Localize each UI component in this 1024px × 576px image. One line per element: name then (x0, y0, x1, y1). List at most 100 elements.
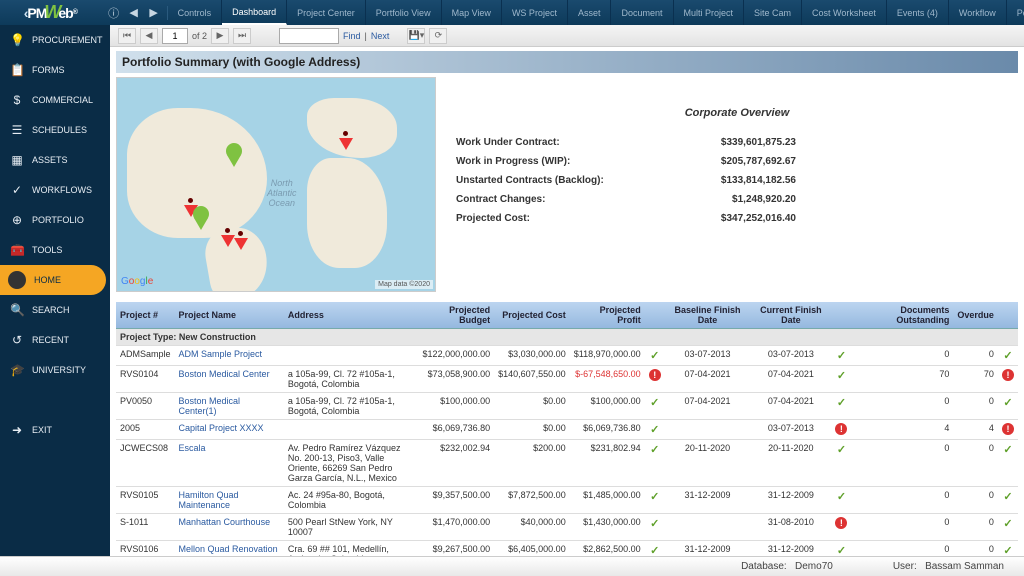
overview-label: Unstarted Contracts (Backlog): (456, 175, 656, 186)
column-header[interactable]: Projected Cost (494, 302, 570, 329)
sidebar-item-procurement[interactable]: 💡PROCUREMENT (0, 25, 110, 55)
column-header[interactable]: Overdue (953, 302, 998, 329)
alert-icon: ! (835, 517, 847, 529)
sidebar-item-label: ASSETS (32, 155, 68, 165)
cell-baseline-finish: 03-07-2013 (665, 346, 751, 366)
column-header[interactable] (998, 302, 1018, 329)
sidebar-icon: $ (10, 93, 24, 107)
column-header[interactable] (645, 302, 665, 329)
sidebar-item-recent[interactable]: ↺RECENT (0, 325, 110, 355)
cell-project-num: S-1011 (116, 514, 175, 541)
tab-dashboard[interactable]: Dashboard (222, 0, 287, 25)
project-link[interactable]: Boston Medical Center (179, 369, 270, 379)
cell-project-num: 2005 (116, 420, 175, 440)
tab-power-bi[interactable]: Power BI (1007, 0, 1024, 25)
sidebar-item-schedules[interactable]: ☰SCHEDULES (0, 115, 110, 145)
cell-budget: $100,000.00 (413, 393, 494, 420)
check-icon: ✓ (1003, 545, 1012, 556)
sidebar-item-label: WORKFLOWS (32, 185, 92, 195)
column-header[interactable]: Projected Budget (413, 302, 494, 329)
table-row: RVS0106Mellon Quad RenovationCra. 69 ## … (116, 541, 1018, 557)
tab-cost-worksheet[interactable]: Cost Worksheet (802, 0, 887, 25)
sidebar-item-university[interactable]: 🎓UNIVERSITY (0, 355, 110, 385)
check-icon: ✓ (650, 518, 659, 530)
info-icon[interactable]: ⓘ (107, 6, 121, 20)
project-link[interactable]: ADM Sample Project (179, 349, 263, 359)
map-pin[interactable] (192, 206, 210, 232)
refresh-button[interactable]: ⟳ (429, 28, 447, 44)
map[interactable]: NorthAtlanticOcean Google Map data ©2020 (116, 77, 436, 292)
sidebar-item-commercial[interactable]: $COMMERCIAL (0, 85, 110, 115)
column-header[interactable]: Project Name (175, 302, 284, 329)
tab-asset[interactable]: Asset (568, 0, 612, 25)
sidebar-item-tools[interactable]: 🧰TOOLS (0, 235, 110, 265)
column-header[interactable]: Current Finish Date (750, 302, 831, 329)
cell-profit: $1,430,000.00 (570, 514, 645, 541)
tab-workflow[interactable]: Workflow (949, 0, 1007, 25)
column-header[interactable] (831, 302, 851, 329)
cell-cost: $0.00 (494, 420, 570, 440)
sidebar-item-forms[interactable]: 📋FORMS (0, 55, 110, 85)
next-page-button[interactable]: ▶ (211, 28, 229, 44)
first-page-button[interactable]: ⏮ (118, 28, 136, 44)
project-link[interactable]: Hamilton Quad Maintenance (179, 490, 239, 510)
cell-date-flag: ✓ (831, 366, 851, 393)
tab-controls[interactable]: Controls (168, 0, 223, 25)
cell-outstanding: 70 (851, 366, 953, 393)
sidebar-item-assets[interactable]: ▦ ASSETS (0, 145, 110, 175)
page-input[interactable] (162, 28, 188, 44)
column-header[interactable]: Baseline Finish Date (665, 302, 751, 329)
nav-next-icon[interactable]: ▶ (147, 6, 161, 20)
tab-events-4-[interactable]: Events (4) (887, 0, 949, 25)
check-icon: ✓ (1003, 444, 1012, 456)
tab-portfolio-view[interactable]: Portfolio View (366, 0, 442, 25)
last-page-button[interactable]: ⏭ (233, 28, 251, 44)
sidebar-item-workflows[interactable]: ✓WORKFLOWS (0, 175, 110, 205)
sidebar-item-portfolio[interactable]: ⊕PORTFOLIO (0, 205, 110, 235)
cell-current-finish: 03-07-2013 (750, 420, 831, 440)
cell-overdue-flag: ✓ (998, 393, 1018, 420)
cell-current-finish: 07-04-2021 (750, 366, 831, 393)
sidebar-home[interactable]: HOME (0, 265, 106, 295)
map-pin[interactable] (337, 126, 355, 152)
sidebar-icon: ▦ (10, 153, 24, 167)
cell-current-finish: 31-12-2009 (750, 487, 831, 514)
tab-site-cam[interactable]: Site Cam (744, 0, 802, 25)
column-header[interactable]: Project # (116, 302, 175, 329)
cell-profit-flag: ✓ (645, 487, 665, 514)
column-header[interactable]: Projected Profit (570, 302, 645, 329)
column-header[interactable]: Documents Outstanding (851, 302, 953, 329)
find-input[interactable] (279, 28, 339, 44)
tab-document[interactable]: Document (611, 0, 673, 25)
next-link[interactable]: Next (371, 31, 390, 41)
cell-profit-flag: ✓ (645, 393, 665, 420)
sidebar-icon: 🎓 (10, 363, 24, 377)
cell-date-flag: ✓ (831, 440, 851, 487)
cell-profit: $6,069,736.80 (570, 420, 645, 440)
cell-address: Ac. 24 #95a-80, Bogotá, Colombia (284, 487, 413, 514)
cell-baseline-finish: 31-12-2009 (665, 487, 751, 514)
check-icon: ✓ (650, 491, 659, 503)
map-pin[interactable] (232, 226, 250, 252)
column-header[interactable]: Address (284, 302, 413, 329)
project-link[interactable]: Boston Medical Center(1) (179, 396, 241, 416)
tab-multi-project[interactable]: Multi Project (674, 0, 745, 25)
tab-map-view[interactable]: Map View (442, 0, 502, 25)
tab-ws-project[interactable]: WS Project (502, 0, 568, 25)
cell-date-flag: ✓ (831, 487, 851, 514)
overview-label: Work in Progress (WIP): (456, 156, 656, 167)
project-link[interactable]: Escala (179, 443, 206, 453)
sidebar-item-search[interactable]: 🔍SEARCH (0, 295, 110, 325)
project-link[interactable]: Manhattan Courthouse (179, 517, 271, 527)
project-link[interactable]: Capital Project XXXX (179, 423, 264, 433)
table-row: ADMSampleADM Sample Project$122,000,000.… (116, 346, 1018, 366)
tab-project-center[interactable]: Project Center (287, 0, 366, 25)
check-icon: ✓ (1003, 518, 1012, 530)
find-link[interactable]: Find (343, 31, 361, 41)
prev-page-button[interactable]: ◀ (140, 28, 158, 44)
sidebar-exit[interactable]: ➜ EXIT (0, 415, 110, 445)
project-link[interactable]: Mellon Quad Renovation (179, 544, 278, 554)
map-pin[interactable] (225, 143, 243, 169)
export-button[interactable]: 💾▾ (407, 28, 425, 44)
nav-prev-icon[interactable]: ◀ (127, 6, 141, 20)
